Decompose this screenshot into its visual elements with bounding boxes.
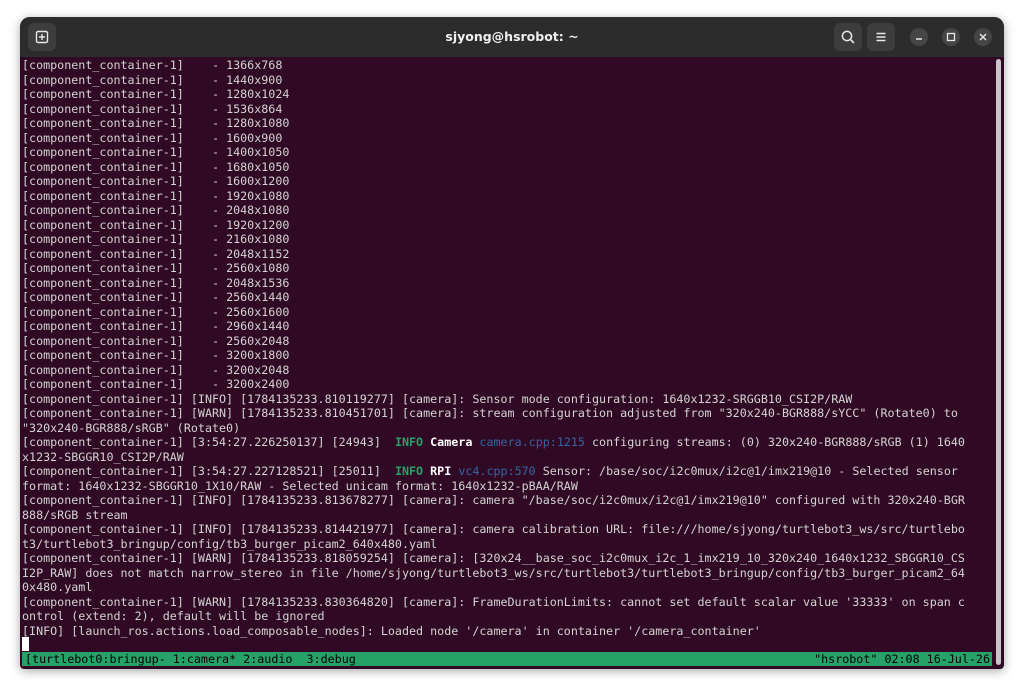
resolution-line: [component_container-1] - 2560x1080 bbox=[22, 261, 290, 275]
log-line: [component_container-1] [WARN] [17841352… bbox=[22, 406, 958, 420]
resolution-line: [component_container-1] - 1280x1080 bbox=[22, 116, 290, 130]
log-category: RPI bbox=[430, 464, 452, 478]
search-button[interactable] bbox=[834, 23, 862, 51]
maximize-icon bbox=[946, 32, 956, 42]
log-line: [component_container-1] [3:54:27.2271285… bbox=[22, 464, 958, 478]
text-cursor bbox=[22, 637, 29, 651]
resolution-line: [component_container-1] - 1366x768 bbox=[22, 58, 283, 72]
resolution-line: [component_container-1] - 2048x1152 bbox=[22, 246, 290, 261]
tmux-status-right: "hsrobot" 02:08 16-Jul-26 bbox=[814, 652, 990, 666]
log-line: [component_container-1] [WARN] [17841352… bbox=[22, 551, 965, 565]
tmux-window-3[interactable]: 3:debug bbox=[307, 652, 356, 666]
log-line: "320x240-BGR888/sRGB" (Rotate0) bbox=[22, 420, 241, 435]
resolution-line: [component_container-1] - 3200x2048 bbox=[22, 362, 290, 377]
tmux-session: [turtlebot0:bringup- bbox=[25, 652, 173, 666]
minimize-icon bbox=[916, 38, 922, 40]
log-category: Camera bbox=[430, 435, 473, 449]
maximize-button[interactable] bbox=[942, 28, 960, 46]
tmux-window-2[interactable]: 2:audio bbox=[243, 652, 292, 666]
close-button[interactable] bbox=[974, 28, 992, 46]
resolution-line: [component_container-1] - 2048x1080 bbox=[22, 203, 290, 217]
resolution-line: [component_container-1] - 2560x2048 bbox=[22, 333, 290, 348]
close-icon bbox=[979, 33, 987, 41]
log-line: 888/sRGB stream bbox=[22, 507, 128, 522]
resolution-line: [component_container-1] - 2960x1440 bbox=[22, 319, 290, 333]
menu-button[interactable] bbox=[867, 23, 895, 51]
scrollbar[interactable] bbox=[996, 59, 1001, 665]
log-line: [component_container-1] [INFO] [17841352… bbox=[22, 522, 965, 536]
log-line: format: 1640x1232-SBGGR10_1X10/RAW - Sel… bbox=[22, 478, 578, 493]
log-line: t3/turtlebot3_bringup/config/tb3_burger_… bbox=[22, 536, 438, 551]
resolution-line: [component_container-1] - 2560x1600 bbox=[22, 304, 290, 319]
terminal-output[interactable]: [component_container-1] - 1366x768 [compo… bbox=[20, 57, 994, 669]
tmux-status-left: [turtlebot0:bringup- 1:camera* 2:audio 3… bbox=[25, 652, 356, 666]
resolution-line: [component_container-1] - 1600x1200 bbox=[22, 174, 290, 188]
terminal-window: sjyong@hsrobot: ~ [component_container-1… bbox=[20, 17, 1004, 669]
log-level: INFO bbox=[394, 435, 424, 449]
log-line: ontrol (extend: 2), default will be igno… bbox=[22, 609, 325, 623]
resolution-line: [component_container-1] - 1536x864 bbox=[22, 101, 283, 116]
log-line: [INFO] [launch_ros.actions.load_composab… bbox=[22, 623, 761, 638]
resolution-list: [component_container-1] - 1366x768 [compo… bbox=[22, 58, 994, 392]
log-source: camera.cpp:1215 bbox=[479, 435, 585, 449]
log-source: vc4.cpp:570 bbox=[458, 464, 536, 478]
resolution-line: [component_container-1] - 2048x1536 bbox=[22, 275, 290, 290]
terminal-lines: [component_container-1] - 1366x768 [compo… bbox=[22, 58, 994, 638]
resolution-line: [component_container-1] - 2160x1080 bbox=[22, 232, 290, 246]
log-line: I2P_RAW] does not match narrow_stereo in… bbox=[22, 565, 965, 580]
resolution-line: [component_container-1] - 1680x1050 bbox=[22, 159, 290, 174]
resolution-line: [component_container-1] - 1920x1080 bbox=[22, 188, 290, 203]
hamburger-menu-icon bbox=[876, 32, 886, 42]
resolution-line: [component_container-1] - 3200x1800 bbox=[22, 348, 290, 362]
search-icon bbox=[841, 30, 855, 44]
log-level: INFO bbox=[394, 464, 424, 478]
log-line: [component_container-1] [3:54:27.2262501… bbox=[22, 435, 965, 449]
log-line: [component_container-1] [INFO] [17841352… bbox=[22, 493, 965, 507]
tmux-window-1[interactable]: 1:camera* bbox=[173, 652, 236, 666]
resolution-line: [component_container-1] - 2560x1440 bbox=[22, 290, 290, 304]
log-line: 0x480.yaml bbox=[22, 580, 93, 594]
resolution-line: [component_container-1] - 1440x900 bbox=[22, 72, 283, 87]
minimize-button[interactable] bbox=[910, 28, 928, 46]
log-line: [component_container-1] [INFO] [17841352… bbox=[22, 391, 853, 406]
resolution-line: [component_container-1] - 1280x1024 bbox=[22, 87, 290, 101]
resolution-line: [component_container-1] - 1920x1200 bbox=[22, 217, 290, 232]
resolution-line: [component_container-1] - 3200x2400 bbox=[22, 377, 290, 391]
title-bar[interactable]: sjyong@hsrobot: ~ bbox=[20, 17, 1004, 57]
log-line: [component_container-1] [WARN] [17841352… bbox=[22, 594, 965, 609]
tmux-status-bar: [turtlebot0:bringup- 1:camera* 2:audio 3… bbox=[22, 652, 992, 666]
log-line: x1232-SBGGR10_CSI2P/RAW bbox=[22, 449, 184, 464]
resolution-line: [component_container-1] - 1600x900 bbox=[22, 130, 283, 145]
resolution-line: [component_container-1] - 1400x1050 bbox=[22, 145, 290, 159]
